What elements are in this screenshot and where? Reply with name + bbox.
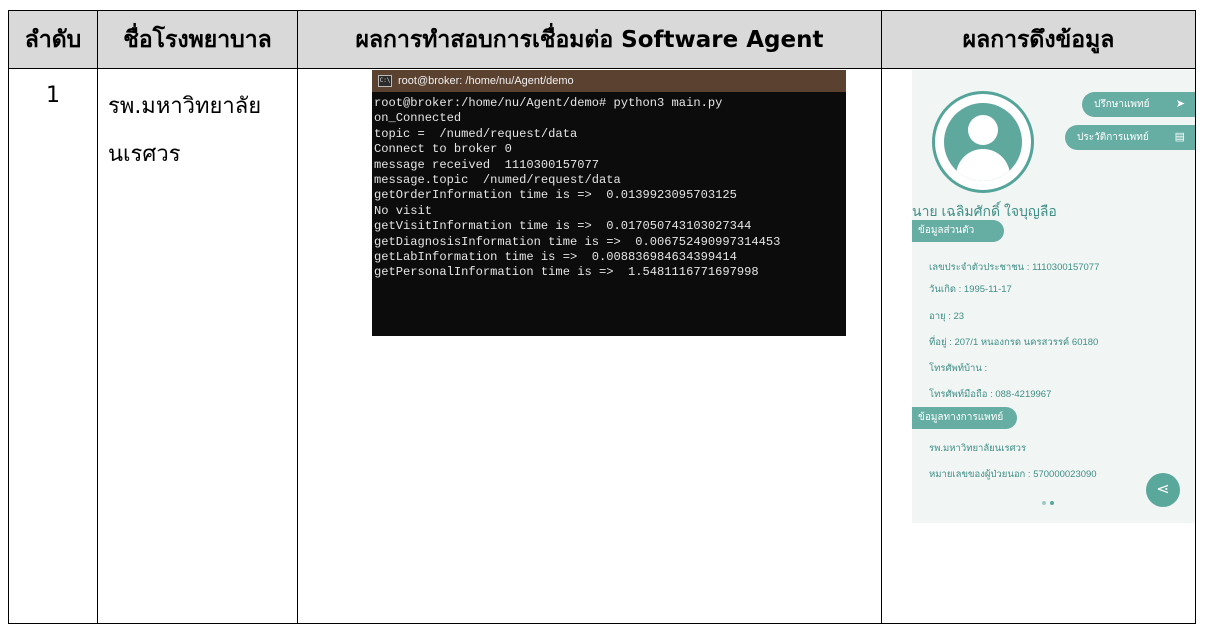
outpatient-number: หมายเลขของผู้ป่วยนอก : 570000023090	[929, 469, 1097, 480]
mobile-app-screenshot: ปรึกษาแพทย์ ➤ ประวัติการแพทย์ ▤ นาย เฉลิ…	[912, 70, 1195, 523]
terminal-line: getDiagnosisInformation time is => 0.006…	[374, 234, 781, 249]
medical-history-button[interactable]: ประวัติการแพทย์ ▤	[1065, 125, 1195, 150]
header-order: ลำดับ	[8, 10, 98, 69]
terminal-line: No visit	[374, 203, 433, 218]
terminal-line: topic = /numed/request/data	[374, 126, 578, 141]
header-data-retrieval: ผลการดึงข้อมูล	[881, 10, 1196, 69]
terminal-line: getLabInformation time is => 0.008836984…	[374, 249, 737, 264]
medical-info-section[interactable]: ข้อมูลทางการแพทย์	[912, 407, 1017, 429]
terminal-title: root@broker: /home/nu/Agent/demo	[398, 75, 574, 87]
terminal-line: message received 1110300157077	[374, 157, 599, 172]
personal-info-section[interactable]: ข้อมูลส่วนตัว	[912, 220, 1004, 242]
terminal-line: getVisitInformation time is => 0.0170507…	[374, 219, 752, 234]
row-number: 1	[46, 83, 60, 108]
home-phone: โทรศัพท์บ้าน :	[929, 363, 988, 374]
page-indicator	[1042, 501, 1054, 505]
cell-hospital: รพ.มหาวิทยาลัย นเรศวร	[97, 68, 298, 624]
age: อายุ : 23	[929, 311, 965, 322]
hospital-name-line1: รพ.มหาวิทยาลัย	[108, 94, 262, 119]
terminal-line: getOrderInformation time is => 0.0139923…	[374, 188, 737, 203]
user-icon	[944, 103, 1022, 181]
header-hospital-name: ชื่อโรงพยาบาล	[97, 10, 298, 69]
terminal-line: Connect to broker 0	[374, 142, 512, 157]
page-dot	[1042, 501, 1046, 505]
share-icon[interactable]: ⋖	[1146, 473, 1180, 507]
terminal-line: getPersonalInformation time is => 1.5481…	[374, 265, 759, 280]
cmd-icon: C:\	[378, 75, 392, 87]
terminal-output: root@broker:/home/nu/Agent/demo# python3…	[372, 92, 846, 281]
send-icon: ➤	[1175, 98, 1185, 110]
cell-order: 1	[8, 68, 98, 624]
avatar	[932, 91, 1034, 193]
id-card-icon: ▤	[1174, 131, 1185, 143]
address: ที่อยู่ : 207/1 หนองกรด นครสวรรค์ 60180	[929, 337, 1099, 348]
citizen-id: เลขประจำตัวประชาชน : 1110300157077	[929, 262, 1100, 273]
mobile-phone: โทรศัพท์มือถือ : 088-4219967	[929, 389, 1052, 400]
terminal-titlebar: C:\ root@broker: /home/nu/Agent/demo	[372, 70, 846, 92]
page-dot-active	[1050, 501, 1054, 505]
consult-doctor-button[interactable]: ปรึกษาแพทย์ ➤	[1082, 92, 1195, 117]
birthdate: วันเกิด : 1995-11-17	[929, 284, 1012, 295]
header-row: ลำดับ ชื่อโรงพยาบาล ผลการทำสอบการเชื่อมต…	[8, 10, 1196, 69]
history-button-label: ประวัติการแพทย์	[1077, 132, 1149, 143]
terminal-line: root@broker:/home/nu/Agent/demo# python3…	[374, 96, 723, 110]
consult-button-label: ปรึกษาแพทย์	[1094, 99, 1150, 110]
terminal-line: on_Connected	[374, 111, 462, 126]
terminal-screenshot: C:\ root@broker: /home/nu/Agent/demo roo…	[372, 70, 846, 336]
hospital-name-line2: นเรศวร	[108, 142, 181, 167]
hospital-field: รพ.มหาวิทยาลัยนเรศวร	[929, 443, 1027, 454]
terminal-line: message.topic /numed/request/data	[374, 172, 621, 187]
header-connection-test: ผลการทำสอบการเชื่อมต่อ Software Agent	[297, 10, 882, 69]
